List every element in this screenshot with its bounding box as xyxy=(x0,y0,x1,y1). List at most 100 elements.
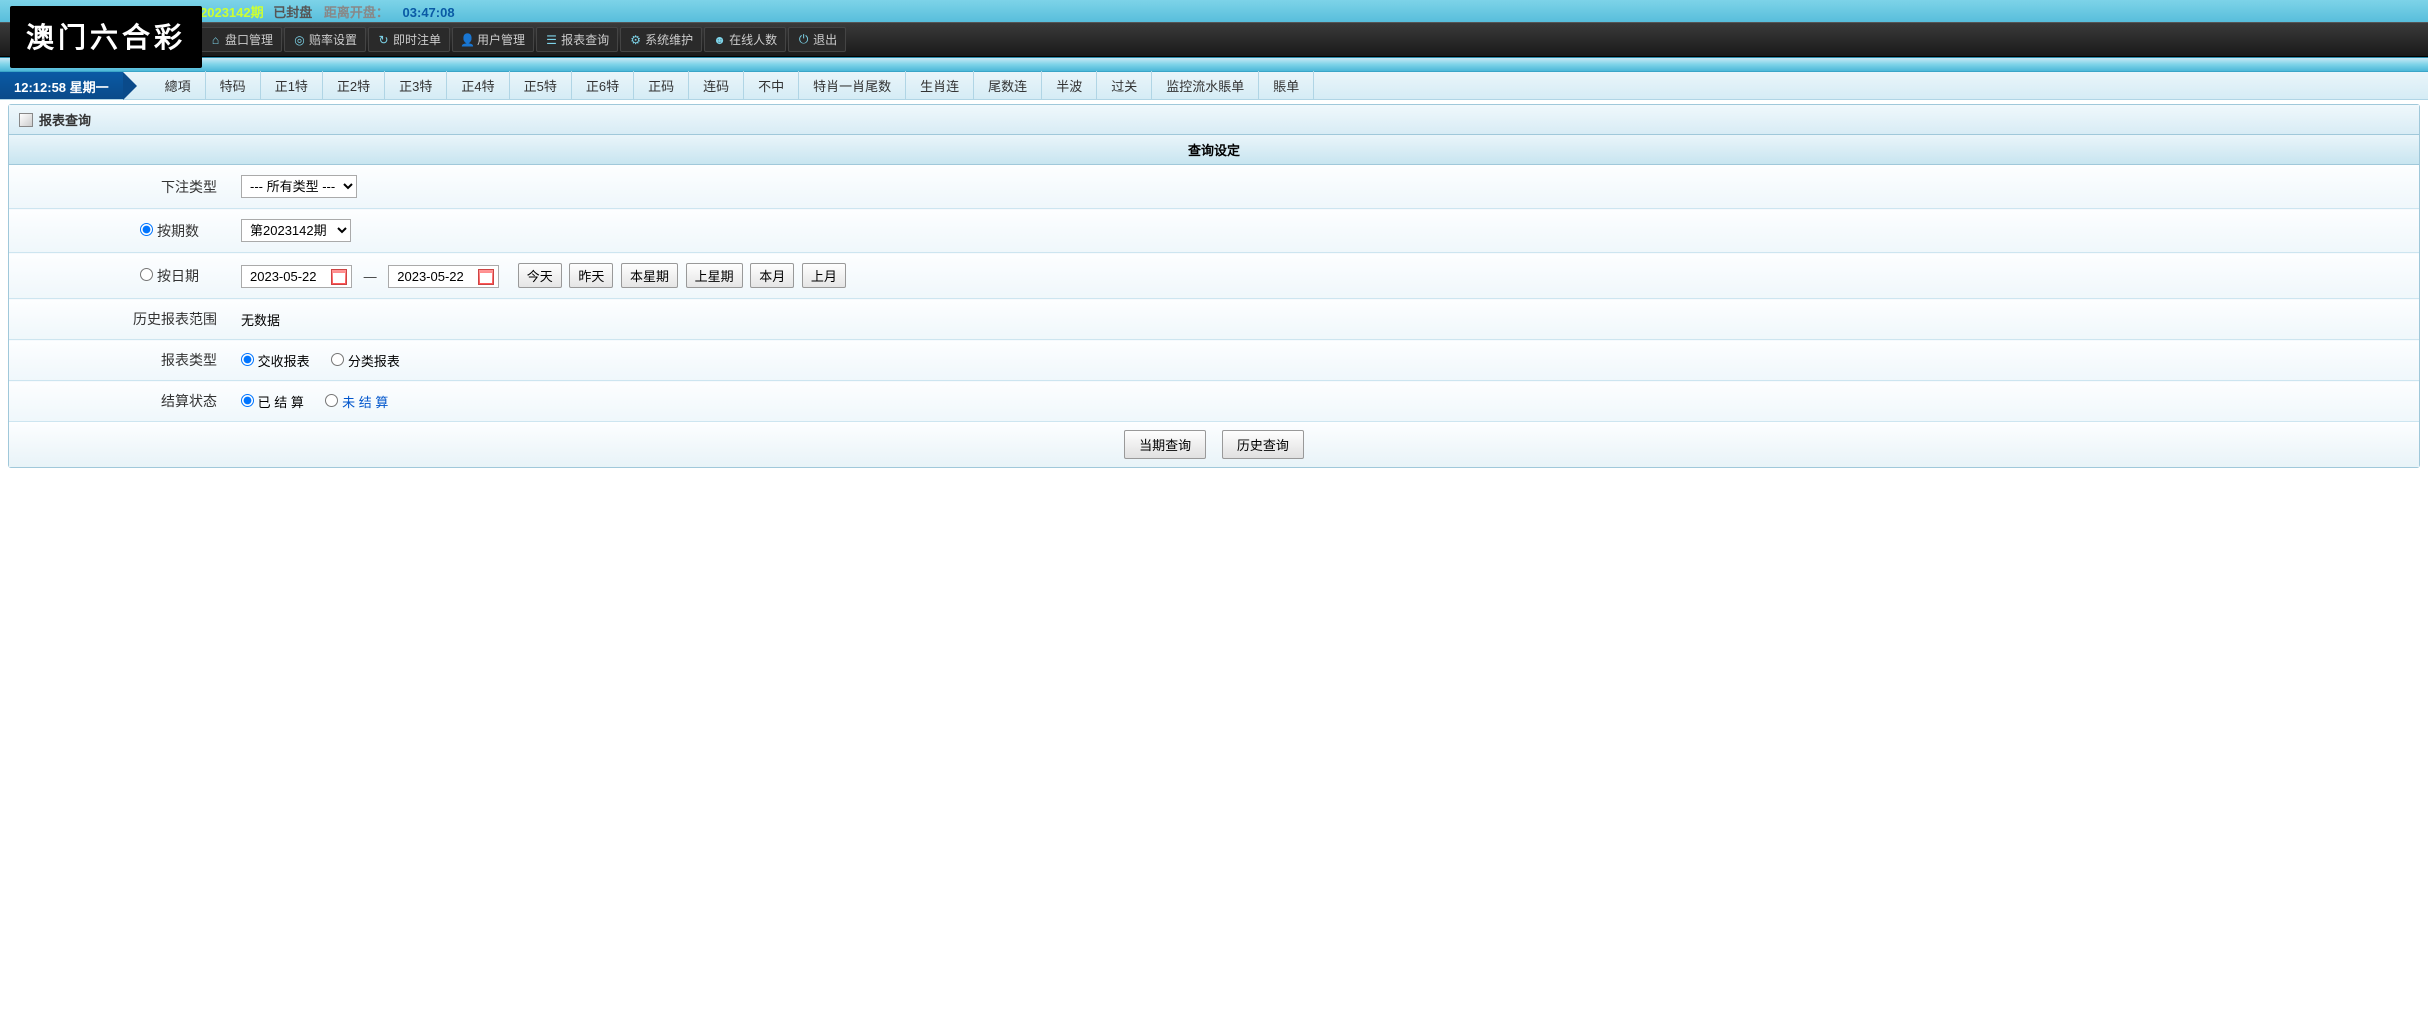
report-type-label: 报表类型 xyxy=(9,340,229,381)
status-row: 2023142期 已封盘 距离开盘： 03:47:08 xyxy=(0,0,2428,22)
nav-label: 在线人数 xyxy=(729,31,777,48)
tab-row: 12:12:58 星期一 總項 特码 正1特 正2特 正3特 正4特 正5特 正… xyxy=(0,72,2428,100)
bet-type-label: 下注类型 xyxy=(9,165,229,209)
nav-label: 用户管理 xyxy=(477,31,525,48)
panel-header: 报表查询 xyxy=(9,105,2419,135)
date-from-input[interactable] xyxy=(246,267,331,286)
nav-pankou[interactable]: ⌂盘口管理 xyxy=(200,27,282,52)
settled-radio[interactable] xyxy=(241,394,254,407)
settle-status-label: 结算状态 xyxy=(9,381,229,422)
panel-title: 报表查询 xyxy=(39,110,91,129)
tab-banbo[interactable]: 半波 xyxy=(1042,71,1097,100)
tab-shengxiaolian[interactable]: 生肖连 xyxy=(906,71,974,100)
refresh-icon: ↻ xyxy=(377,33,390,46)
report-panel: 报表查询 查询设定 下注类型 --- 所有类型 --- 按期数 第2023142… xyxy=(8,104,2420,468)
btn-thisweek[interactable]: 本星期 xyxy=(621,263,678,288)
nav-label: 报表查询 xyxy=(561,31,609,48)
action-buttons: 当期查询 历史查询 xyxy=(9,422,2419,467)
unsettled-label: 未 结 算 xyxy=(342,395,388,410)
btn-lastmonth[interactable]: 上月 xyxy=(802,263,846,288)
tab-texiao[interactable]: 特肖一肖尾数 xyxy=(799,71,906,100)
panel-icon xyxy=(19,113,33,127)
nav-label: 盘口管理 xyxy=(225,31,273,48)
tab-zheng1te[interactable]: 正1特 xyxy=(261,71,323,100)
list-icon: ☰ xyxy=(545,33,558,46)
user-icon: 👤 xyxy=(461,33,474,46)
report-type-1-label: 交收报表 xyxy=(258,354,310,369)
nav-logout[interactable]: ⏻退出 xyxy=(788,27,846,52)
history-range-value: 无数据 xyxy=(229,299,2419,340)
btn-today[interactable]: 今天 xyxy=(518,263,562,288)
nav-label: 系统维护 xyxy=(645,31,693,48)
history-range-label: 历史报表范围 xyxy=(9,299,229,340)
tab-guoguan[interactable]: 过关 xyxy=(1097,71,1152,100)
by-period-radio[interactable] xyxy=(140,223,153,236)
people-icon: ☻ xyxy=(713,33,726,46)
report-type-fenlei[interactable]: 分类报表 xyxy=(331,354,400,369)
opening-countdown: 03:47:08 xyxy=(403,5,455,20)
nav-realtime[interactable]: ↻即时注单 xyxy=(368,27,450,52)
nav-label: 赔率设置 xyxy=(309,31,357,48)
power-icon: ⏻ xyxy=(797,33,810,46)
bet-type-select[interactable]: --- 所有类型 --- xyxy=(241,175,357,198)
date-range-dash: — xyxy=(364,269,377,284)
nav-label: 即时注单 xyxy=(393,31,441,48)
settled-label: 已 结 算 xyxy=(258,395,304,410)
tab-zheng2te[interactable]: 正2特 xyxy=(323,71,385,100)
by-period-option[interactable]: 按期数 xyxy=(140,223,199,239)
report-type-2-label: 分类报表 xyxy=(348,354,400,369)
btn-thismonth[interactable]: 本月 xyxy=(750,263,794,288)
tab-lianma[interactable]: 连码 xyxy=(689,71,744,100)
nav-label: 退出 xyxy=(813,31,837,48)
sealed-status: 已封盘 xyxy=(273,5,312,20)
date-to-wrapper[interactable] xyxy=(388,265,499,288)
report-type-radio-1[interactable] xyxy=(241,353,254,366)
gear-icon: ⚙ xyxy=(629,33,642,46)
opening-label: 距离开盘： xyxy=(324,5,389,20)
nav-reports[interactable]: ☰报表查询 xyxy=(536,27,618,52)
report-type-radio-2[interactable] xyxy=(331,353,344,366)
period-number: 2023142期 xyxy=(200,5,264,20)
tab-zhengma[interactable]: 正码 xyxy=(634,71,689,100)
nav-odds[interactable]: ◎赔率设置 xyxy=(284,27,366,52)
tab-zhangdan[interactable]: 賬单 xyxy=(1259,71,1314,100)
date-to-input[interactable] xyxy=(393,267,478,286)
history-query-button[interactable]: 历史查询 xyxy=(1222,430,1304,459)
report-type-jiaoshou[interactable]: 交收报表 xyxy=(241,354,313,369)
tab-tema[interactable]: 特码 xyxy=(206,71,261,100)
nav-online[interactable]: ☻在线人数 xyxy=(704,27,786,52)
target-icon: ◎ xyxy=(293,33,306,46)
home-icon: ⌂ xyxy=(209,33,222,46)
tab-zongxiang[interactable]: 總項 xyxy=(151,71,206,100)
tab-jiankong[interactable]: 监控流水賬单 xyxy=(1152,71,1259,100)
tab-buzhong[interactable]: 不中 xyxy=(744,71,799,100)
main-nav: ⌂盘口管理 ◎赔率设置 ↻即时注单 👤用户管理 ☰报表查询 ⚙系统维护 ☻在线人… xyxy=(0,22,2428,57)
calendar-icon[interactable] xyxy=(331,269,347,285)
clock-display: 12:12:58 星期一 xyxy=(0,72,123,99)
settle-unsettled[interactable]: 未 结 算 xyxy=(325,395,388,410)
tab-zheng3te[interactable]: 正3特 xyxy=(385,71,447,100)
by-date-option[interactable]: 按日期 xyxy=(140,268,199,284)
category-tabs: 總項 特码 正1特 正2特 正3特 正4特 正5特 正6特 正码 连码 不中 特… xyxy=(151,72,1315,99)
by-date-label: 按日期 xyxy=(157,268,199,284)
by-date-radio[interactable] xyxy=(140,268,153,281)
query-settings-title: 查询设定 xyxy=(9,135,2419,165)
period-select[interactable]: 第2023142期 xyxy=(241,219,351,242)
unsettled-radio[interactable] xyxy=(325,394,338,407)
calendar-icon[interactable] xyxy=(478,269,494,285)
query-form: 下注类型 --- 所有类型 --- 按期数 第2023142期 xyxy=(9,165,2419,422)
app-logo: 澳门六合彩 xyxy=(10,6,202,68)
nav-system[interactable]: ⚙系统维护 xyxy=(620,27,702,52)
date-from-wrapper[interactable] xyxy=(241,265,352,288)
tab-zheng6te[interactable]: 正6特 xyxy=(572,71,634,100)
by-period-label: 按期数 xyxy=(157,223,199,239)
tab-zheng4te[interactable]: 正4特 xyxy=(447,71,509,100)
current-query-button[interactable]: 当期查询 xyxy=(1124,430,1206,459)
tab-zheng5te[interactable]: 正5特 xyxy=(510,71,572,100)
tab-weishulian[interactable]: 尾数连 xyxy=(974,71,1042,100)
btn-yesterday[interactable]: 昨天 xyxy=(569,263,613,288)
settle-settled[interactable]: 已 结 算 xyxy=(241,395,307,410)
btn-lastweek[interactable]: 上星期 xyxy=(686,263,743,288)
nav-users[interactable]: 👤用户管理 xyxy=(452,27,534,52)
gradient-strip xyxy=(0,58,2428,72)
